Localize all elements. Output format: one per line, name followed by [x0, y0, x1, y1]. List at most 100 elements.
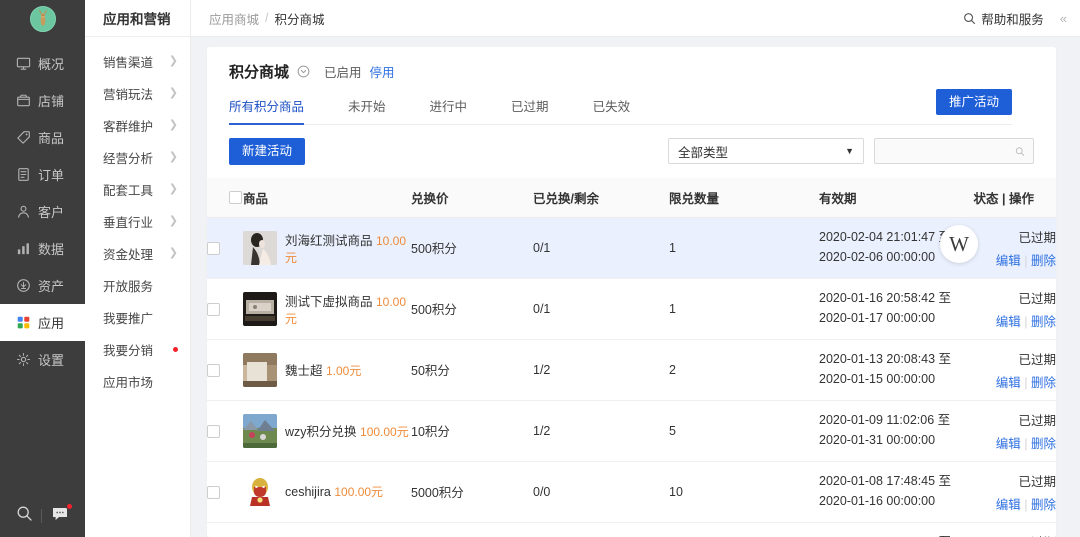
- subnav-item-label: 开放服务: [103, 279, 154, 294]
- validity-end: 2020-01-17 00:00:00: [819, 310, 936, 325]
- validity-start: 2020-02-04 21:01:47 至: [819, 230, 952, 245]
- delete-link[interactable]: 删除: [1031, 437, 1056, 451]
- column-header-product: 商品: [243, 177, 411, 218]
- row-checkbox[interactable]: [207, 241, 220, 255]
- chart-icon: [17, 243, 29, 255]
- row-checkbox[interactable]: [207, 424, 220, 438]
- table-header-row: 商品 兑换价 已兑换/剩余 限兑数量 有效期 状态 | 操作: [207, 177, 1056, 218]
- sidebar-logo[interactable]: [0, 0, 85, 37]
- table-row[interactable]: 1234 11.00元 999999积分+0.1元 1/2 10 2020-: [207, 522, 1056, 537]
- subnav-item-business-analysis[interactable]: 经营分析 ❯: [85, 141, 190, 173]
- select-all-header: [207, 177, 243, 218]
- table-row[interactable]: 魏士超 1.00元 50积分 1/2 2 2020-01-13 20:08:43…: [207, 339, 1056, 401]
- tab-in-progress[interactable]: 进行中: [430, 96, 468, 124]
- row-select-cell: [207, 278, 243, 340]
- product-cell: 魏士超 1.00元: [243, 339, 411, 401]
- table-row[interactable]: ceshijira 100.00元 5000积分 0/0 10 2020-01-…: [207, 461, 1056, 523]
- row-checkbox[interactable]: [207, 485, 220, 499]
- column-header-status-ops: 状态 | 操作: [944, 177, 1056, 218]
- row-checkbox[interactable]: [207, 302, 220, 316]
- sidebar-item-label: 店铺: [38, 94, 65, 109]
- sidebar-chat-button[interactable]: [51, 502, 73, 527]
- table-row[interactable]: wzy积分兑换 100.00元 10积分 1/2 5 2020-01-09 11…: [207, 400, 1056, 462]
- validity-start: 2020-01-08 17:48:45 至: [819, 474, 952, 489]
- delete-link[interactable]: 删除: [1031, 376, 1056, 390]
- subnav-item-supporting-tools[interactable]: 配套工具 ❯: [85, 173, 190, 205]
- sidebar-search-button[interactable]: [16, 505, 33, 527]
- breadcrumb: 应用商城 / 积分商城: [209, 9, 325, 28]
- question-circle-icon[interactable]: [297, 65, 310, 78]
- subnav-item-fund-processing[interactable]: 资金处理 ❯: [85, 237, 190, 269]
- photo-room-thumbnail: [243, 352, 277, 387]
- sidebar-item-data[interactable]: 数据: [0, 230, 85, 267]
- op-separator: |: [1024, 375, 1028, 390]
- edit-link[interactable]: 编辑: [996, 437, 1021, 451]
- breadcrumb-root[interactable]: 应用商城: [209, 9, 259, 28]
- collapse-sidebar-button[interactable]: «: [1060, 11, 1067, 26]
- sidebar-item-apps[interactable]: 应用: [0, 304, 85, 341]
- column-header-exchange-price: 兑换价: [411, 177, 533, 218]
- validity-cell: 2020-01-08 17:48:45 至 2020-01-16 00:00:0…: [819, 461, 952, 523]
- promote-activity-button[interactable]: 推广活动: [935, 88, 1012, 115]
- delete-link[interactable]: 删除: [1031, 254, 1056, 268]
- type-filter-select[interactable]: 全部类型 ▼: [668, 138, 864, 165]
- sidebar-item-assets[interactable]: 资产: [0, 267, 85, 304]
- row-checkbox[interactable]: [207, 363, 220, 377]
- product-cell: ceshijira 100.00元: [243, 461, 411, 523]
- top-bar: 应用商城 / 积分商城 帮助和服务 «: [191, 0, 1080, 37]
- dashboard-icon: [16, 57, 31, 70]
- top-bar-actions: 帮助和服务 «: [963, 9, 1067, 28]
- sidebar-item-customers[interactable]: 客户: [0, 193, 85, 230]
- create-activity-button[interactable]: 新建活动: [229, 138, 306, 165]
- edit-link[interactable]: 编辑: [996, 315, 1021, 329]
- apps-icon: [17, 316, 30, 329]
- row-select-cell: [207, 522, 243, 537]
- sidebar-item-settings[interactable]: 设置: [0, 341, 85, 378]
- sidebar-items: 概况 店铺 商品 订单 客户 数据 资产 应用 设置: [0, 45, 85, 378]
- tab-expired[interactable]: 已过期: [511, 96, 549, 124]
- tab-invalid[interactable]: 已失效: [593, 96, 631, 124]
- edit-link[interactable]: 编辑: [996, 254, 1021, 268]
- user-avatar[interactable]: [29, 5, 56, 32]
- tab-all-points-goods[interactable]: 所有积分商品: [229, 96, 305, 125]
- card-container: 积分商城 已启用 停用 所有积分商品 未开始 进行中 已过期 已失效 推广活动 …: [191, 37, 1080, 537]
- sidebar-item-orders[interactable]: 订单: [0, 156, 85, 193]
- sidebar-bottom-actions: [0, 495, 85, 537]
- search-box[interactable]: [874, 138, 1034, 165]
- shop-icon: [17, 94, 30, 107]
- sidebar-item-overview[interactable]: 概况: [0, 45, 85, 82]
- edit-link[interactable]: 编辑: [996, 498, 1021, 512]
- subnav-item-distribution[interactable]: 我要分销: [85, 333, 190, 365]
- table-row[interactable]: 测试下虚拟商品 10.00元 500积分 0/1 1 2020-01-16 20…: [207, 278, 1056, 340]
- subnav-item-open-service[interactable]: 开放服务: [85, 269, 190, 301]
- subnav-item-label: 垂直行业: [103, 215, 154, 230]
- help-and-service-button[interactable]: 帮助和服务: [963, 9, 1044, 28]
- limit-cell: 1: [669, 278, 819, 340]
- subnav-item-promote[interactable]: 我要推广: [85, 301, 190, 333]
- table-body: 刘海红测试商品 10.00元 500积分 0/1 1 2020-02-04 21…: [207, 217, 1056, 537]
- subnav-item-vertical-industry[interactable]: 垂直行业 ❯: [85, 205, 190, 237]
- edit-link[interactable]: 编辑: [996, 376, 1021, 390]
- validity-cell: 2020-02-04 21:01:47 至 2020-02-06 00:00:0…: [819, 217, 952, 279]
- subnav-item-customer-group[interactable]: 客群维护 ❯: [85, 109, 190, 141]
- sidebar-item-goods[interactable]: 商品: [0, 119, 85, 156]
- op-separator: |: [1024, 497, 1028, 512]
- redeemed-cell: 1/2: [533, 400, 669, 462]
- subnav-item-app-market[interactable]: 应用市场: [85, 365, 190, 397]
- exchange-price-cell: 500积分: [411, 217, 533, 279]
- subnav-item-label: 我要推广: [103, 311, 154, 326]
- table-row[interactable]: 刘海红测试商品 10.00元 500积分 0/1 1 2020-02-04 21…: [207, 217, 1056, 279]
- subnav-item-marketing-play[interactable]: 营销玩法 ❯: [85, 77, 190, 109]
- sidebar-item-shop[interactable]: 店铺: [0, 82, 85, 119]
- delete-link[interactable]: 删除: [1031, 498, 1056, 512]
- disable-link[interactable]: 停用: [370, 62, 395, 81]
- select-all-checkbox[interactable]: [229, 191, 242, 205]
- tab-not-started[interactable]: 未开始: [348, 96, 386, 124]
- validity-cell: 2020-01-06 16:53:36 至 2020-01-08 00:00:0…: [819, 522, 951, 537]
- validity-cell: 2020-01-13 20:08:43 至 2020-01-15 00:00:0…: [819, 339, 951, 401]
- column-header-validity: 有效期: [819, 177, 944, 218]
- search-input[interactable]: [883, 143, 1010, 160]
- search-icon[interactable]: [1015, 145, 1025, 158]
- delete-link[interactable]: 删除: [1031, 315, 1056, 329]
- subnav-item-sales-channel[interactable]: 销售渠道 ❯: [85, 45, 190, 77]
